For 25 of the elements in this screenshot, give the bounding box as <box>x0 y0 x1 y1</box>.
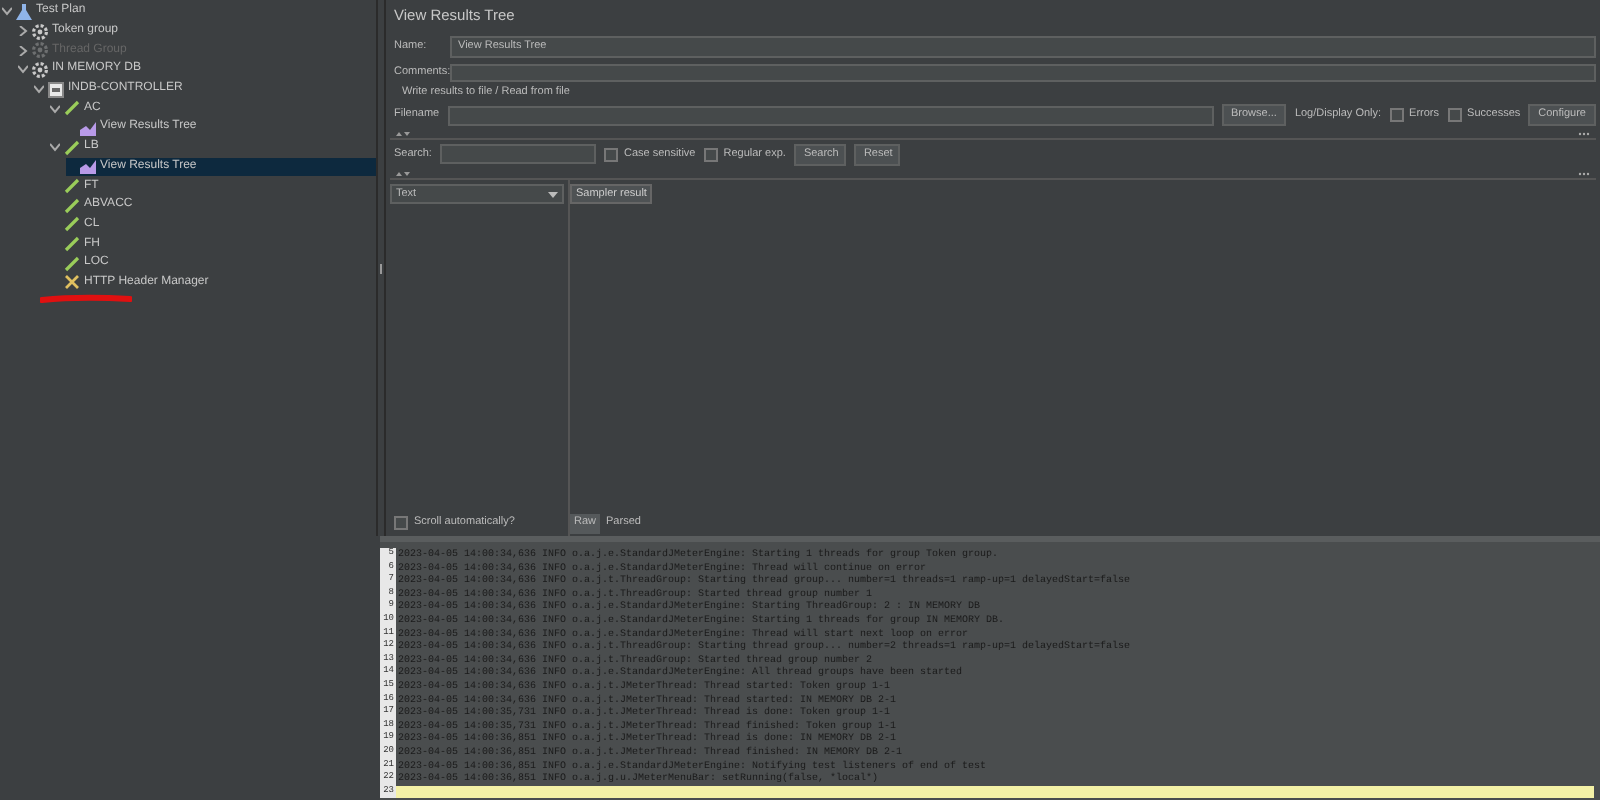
splitter-arrows-icon[interactable] <box>396 129 410 137</box>
comments-field[interactable] <box>450 63 1596 81</box>
case-sensitive-checkbox[interactable] <box>603 147 618 161</box>
regex-checkbox[interactable] <box>703 147 718 161</box>
chart-icon <box>80 158 96 175</box>
expand-caret-icon[interactable] <box>18 64 28 75</box>
expand-caret-icon[interactable] <box>50 103 60 114</box>
search-field[interactable] <box>439 144 596 164</box>
underline-scribble <box>40 294 132 305</box>
errors-checkbox[interactable] <box>1389 108 1404 122</box>
splitter-arrows-icon[interactable] <box>396 169 410 177</box>
scroll-checkbox[interactable] <box>394 516 408 530</box>
pencil-icon <box>64 100 80 117</box>
expand-caret-icon[interactable] <box>2 6 12 17</box>
pencil-icon <box>64 139 80 156</box>
chart-icon <box>80 119 96 136</box>
wrench-icon <box>64 274 80 291</box>
controller-icon <box>48 81 64 98</box>
collapse-caret-icon[interactable] <box>18 26 28 37</box>
successes-checkbox[interactable] <box>1447 108 1462 122</box>
dropdown-caret-icon <box>548 191 558 197</box>
expand-caret-icon[interactable] <box>50 142 60 153</box>
expand-caret-icon[interactable] <box>34 84 44 95</box>
flask-icon <box>16 3 32 20</box>
filename-field[interactable] <box>447 105 1213 125</box>
